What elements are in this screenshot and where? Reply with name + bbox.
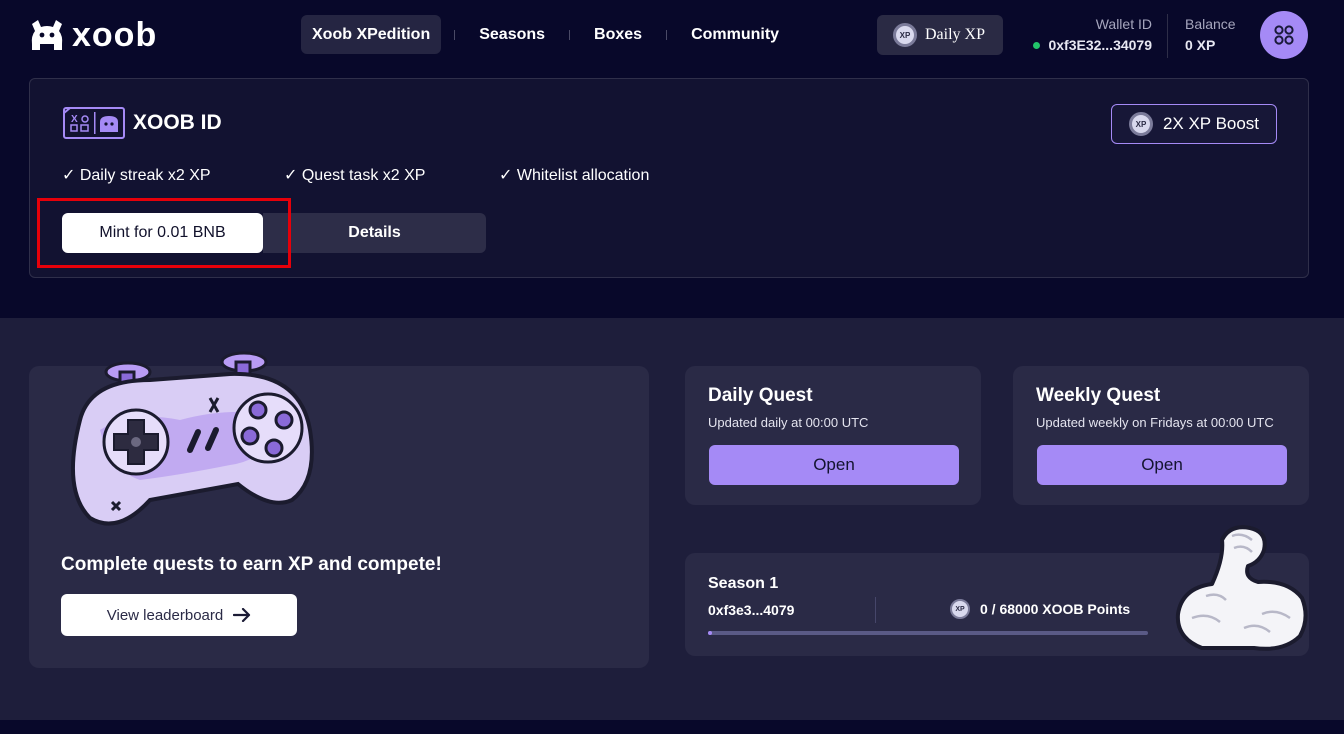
daily-quest-open-button[interactable]: Open [709,445,959,485]
xp-coin-icon: XP [893,23,917,47]
logo-text: xoob [72,16,158,54]
view-leaderboard-label: View leaderboard [106,606,224,624]
season-wallet: 0xf3e3...4079 [708,602,795,618]
season-title: Season 1 [708,575,779,592]
weekly-quest-card: Weekly Quest Updated weekly on Fridays a… [1013,366,1309,505]
quest-tagline: Complete quests to earn XP and compete! [61,554,442,575]
balance-value: 0 XP [1185,37,1216,53]
svg-text:X: X [71,114,78,125]
weekly-quest-open-button[interactable]: Open [1037,445,1287,485]
wallet-info[interactable]: Wallet ID 0xf3E32...34079 [1033,16,1152,54]
balance-info: Balance 0 XP [1185,16,1236,54]
nav-boxes[interactable]: Boxes [583,15,653,54]
season-progress-bar [708,631,1148,635]
weekly-quest-subtitle: Updated weekly on Fridays at 00:00 UTC [1036,415,1274,430]
season-points-value: 0 / 68000 XOOB Points [980,601,1131,617]
season-points: XP 0 / 68000 XOOB Points [950,599,1130,619]
nav-xoob-xpedition[interactable]: Xoob XPedition [301,15,442,54]
xoob-mascot-icon [31,20,63,50]
xoob-id-card: X XOOB ID XP 2X XP Boost ✓ Daily streak … [29,78,1309,278]
nav-divider [454,29,456,40]
game-controller-illustration [70,351,314,526]
perk-list: ✓ Daily streak x2 XP ✓ Quest task x2 XP … [62,165,649,185]
season-divider [875,597,876,623]
xoob-id-title: XOOB ID [133,111,222,134]
daily-xp-label: Daily XP [925,26,985,43]
nav-seasons[interactable]: Seasons [468,15,556,54]
online-status-icon [1033,41,1041,49]
perk-item: ✓ Daily streak x2 XP [62,167,211,184]
xoob-id-card-icon: X [63,107,125,139]
daily-quest-subtitle: Updated daily at 00:00 UTC [708,415,869,430]
perk-item: ✓ Whitelist allocation [499,167,650,184]
nav-divider [569,29,571,40]
wallet-address: 0xf3E32...34079 [1048,37,1152,53]
account-menu-button[interactable] [1260,11,1308,59]
nav-community[interactable]: Community [680,15,790,54]
xp-boost-label: 2X XP Boost [1162,114,1260,133]
arrow-right-icon [233,608,251,622]
mascot-arm-illustration [1175,525,1308,651]
daily-xp-button[interactable]: XP Daily XP [877,15,1003,55]
grid-dots-icon [1274,25,1294,45]
wallet-value-row: 0xf3E32...34079 [1033,36,1152,54]
nav-divider [666,29,668,40]
main-nav: Xoob XPedition Seasons Boxes Community [301,15,790,54]
xoob-logo[interactable]: xoob [28,17,157,53]
perk-item: ✓ Quest task x2 XP [284,167,426,184]
details-button[interactable]: Details [263,213,486,253]
season-progress-fill [708,631,713,635]
balance-label: Balance [1185,16,1236,32]
view-leaderboard-button[interactable]: View leaderboard [61,594,297,636]
mint-button[interactable]: Mint for 0.01 BNB [62,213,263,253]
xoob-id-header: X XOOB ID [63,107,222,139]
daily-quest-title: Daily Quest [708,385,813,406]
header-divider [1167,14,1168,58]
xp-coin-icon: XP [950,599,970,619]
wallet-label: Wallet ID [1095,16,1152,32]
daily-quest-card: Daily Quest Updated daily at 00:00 UTC O… [685,366,981,505]
top-header: xoob Xoob XPedition Seasons Boxes Commun… [0,0,1344,72]
xp-boost-button[interactable]: XP 2X XP Boost [1111,104,1277,144]
weekly-quest-title: Weekly Quest [1036,385,1161,406]
xp-coin-icon: XP [1128,112,1153,136]
